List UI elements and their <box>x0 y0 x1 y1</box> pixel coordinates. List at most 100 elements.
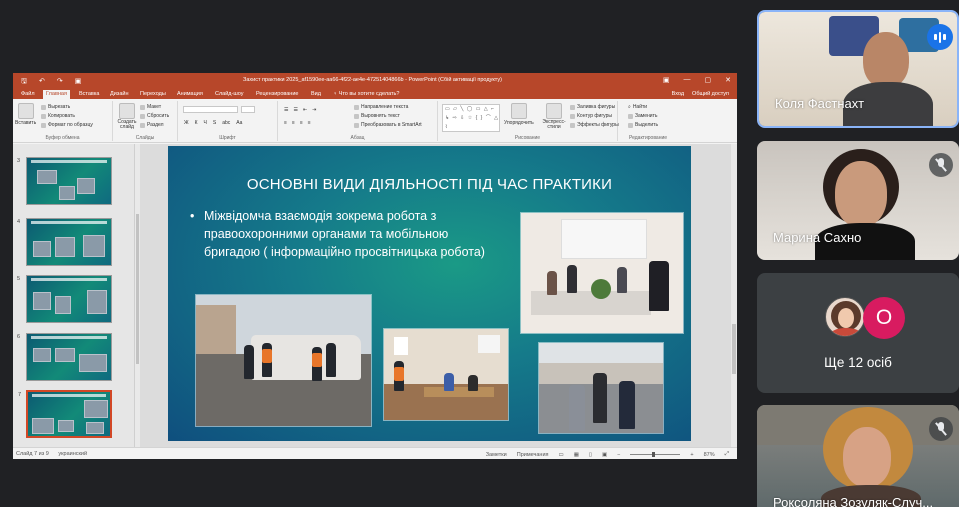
thumbnail-photo <box>86 422 104 434</box>
thumbnail-photo <box>83 235 105 257</box>
italic-button[interactable]: К <box>195 120 198 126</box>
slide-photo-street-officer[interactable] <box>538 342 664 434</box>
slide-photo-office-meeting[interactable] <box>520 212 684 334</box>
redo-icon[interactable]: ↷ <box>57 77 63 88</box>
shape-effects-button[interactable]: Эффекты фигуры <box>570 122 619 128</box>
bold-button[interactable]: Ж <box>184 120 189 126</box>
fit-slide-icon[interactable]: ⤢ <box>725 451 729 458</box>
quick-styles-button[interactable]: Экспресс-стили <box>541 103 567 130</box>
scrollbar-thumb[interactable] <box>136 214 139 364</box>
select-button[interactable]: Выделить <box>628 122 658 128</box>
replace-button[interactable]: Заменить <box>628 113 657 119</box>
bullets-icon[interactable]: ☰ <box>284 107 288 113</box>
find-button[interactable]: ⌕ Найти <box>628 104 647 110</box>
slide-photo-classroom[interactable] <box>383 328 509 421</box>
copy-button[interactable]: Копировать <box>41 113 75 119</box>
present-icon[interactable]: ▣ <box>75 77 82 88</box>
align-right-icon[interactable]: ≡ <box>300 120 303 126</box>
tab-transitions[interactable]: Переходы <box>140 91 166 97</box>
change-case-button[interactable]: Aa <box>236 120 242 126</box>
language-indicator[interactable]: украинский <box>58 451 87 457</box>
share-button[interactable]: Общий доступ <box>692 91 729 97</box>
close-icon[interactable]: ✕ <box>725 76 731 84</box>
character-spacing-button[interactable]: abc <box>222 120 230 126</box>
zoom-in-icon[interactable]: + <box>690 452 693 458</box>
paste-button[interactable]: Вставить <box>15 103 36 126</box>
group-paragraph: Направление текста Выровнять текст Преоб… <box>278 101 438 141</box>
reading-view-icon[interactable]: ▯ <box>589 452 592 458</box>
tab-file[interactable]: Файл <box>21 91 35 97</box>
tell-me-box[interactable]: ♀ Что вы хотите сделать? <box>333 91 399 97</box>
text-direction-button[interactable]: Направление текста <box>354 104 408 110</box>
tab-insert[interactable]: Вставка <box>79 91 99 97</box>
thumbnail-photo <box>77 178 95 194</box>
font-size-box[interactable] <box>241 106 255 113</box>
new-slide-icon <box>119 103 135 119</box>
justify-icon[interactable]: ≡ <box>308 120 311 126</box>
tab-animations[interactable]: Анимация <box>177 91 203 97</box>
shape-outline-button[interactable]: Контур фигуры <box>570 113 612 119</box>
undo-icon[interactable]: ↶ <box>39 77 45 88</box>
notes-button[interactable]: Заметки <box>486 452 507 458</box>
zoom-level[interactable]: 87% <box>704 452 715 458</box>
sorter-view-icon[interactable]: ▦ <box>574 452 579 458</box>
shape-fill-button[interactable]: Заливка фигуры <box>570 104 615 110</box>
tab-review[interactable]: Рецензирование <box>256 91 298 97</box>
reset-button[interactable]: Сбросить <box>140 113 169 119</box>
sign-in-link[interactable]: Вход <box>672 91 684 97</box>
align-left-icon[interactable]: ≡ <box>284 120 287 126</box>
save-icon[interactable]: 🖫 <box>21 77 27 88</box>
tab-slideshow[interactable]: Слайд-шоу <box>215 91 244 97</box>
participant-tile[interactable]: Роксоляна Зозуляк-Случ... <box>757 405 959 507</box>
strikethrough-button[interactable]: S <box>213 120 216 126</box>
tab-home[interactable]: Главная <box>43 90 70 99</box>
comments-button[interactable]: Примечания <box>517 452 549 458</box>
zoom-slider[interactable] <box>630 452 681 457</box>
zoom-slider-handle[interactable] <box>652 452 656 457</box>
photo-person-blurred <box>569 385 585 431</box>
status-bar: Слайд 7 из 9 украинский Заметки Примечан… <box>13 447 737 459</box>
ribbon-display-icon[interactable]: ▣ <box>663 76 670 84</box>
align-text-button[interactable]: Выровнять текст <box>354 113 400 119</box>
new-slide-button[interactable]: Создать слайд <box>116 103 138 130</box>
scrollbar-thumb[interactable] <box>732 324 736 374</box>
slide-thumbnail-selected[interactable]: 7 <box>18 390 112 438</box>
indent-icon[interactable]: ⇤ <box>303 107 307 113</box>
slideshow-view-icon[interactable]: ▣ <box>602 452 607 458</box>
participant-tile[interactable]: Коля Фастнахт <box>757 10 959 128</box>
tab-view[interactable]: Вид <box>311 91 321 97</box>
slide-thumbnail[interactable]: 6 <box>17 333 112 381</box>
align-center-icon[interactable]: ≡ <box>292 120 295 126</box>
layout-button[interactable]: Макет <box>140 104 161 110</box>
more-participants-tile[interactable]: О Ще 12 осіб <box>757 273 959 393</box>
numbering-icon[interactable]: ☰ <box>293 107 297 113</box>
bullet-dot: • <box>190 209 195 223</box>
minimize-icon[interactable]: — <box>684 76 691 84</box>
slide-thumbnail[interactable]: 3 <box>17 157 112 205</box>
participant-name: Роксоляна Зозуляк-Случ... <box>773 495 934 507</box>
format-painter-button[interactable]: Формат по образцу <box>41 122 93 128</box>
slide-title: ОСНОВНІ ВИДИ ДІЯЛЬНОСТІ ПІД ЧАС ПРАКТИКИ <box>246 176 613 193</box>
slide-thumbnail[interactable]: 4 <box>17 218 112 266</box>
shapes-gallery[interactable]: ▭ ▱ ╲ ◯ ▭ △ ⌐ ↳ ⇨ ⇩ ☆ { } ⌒ △ ⌇ <box>442 104 500 132</box>
normal-view-icon[interactable]: ▭ <box>559 452 564 458</box>
smartart-button[interactable]: Преобразовать в SmartArt <box>354 122 422 128</box>
outdent-icon[interactable]: ⇥ <box>312 107 316 113</box>
cut-button[interactable]: Вырезать <box>41 104 70 110</box>
underline-button[interactable]: Ч <box>204 120 207 126</box>
arrange-icon <box>510 103 527 119</box>
replace-icon <box>628 113 633 119</box>
participant-tile[interactable]: Марина Сахно <box>757 141 959 260</box>
zoom-out-icon[interactable]: − <box>617 452 620 458</box>
font-family-box[interactable] <box>183 106 238 113</box>
slide-thumbnail[interactable]: 5 <box>17 275 112 323</box>
current-slide[interactable]: ОСНОВНІ ВИДИ ДІЯЛЬНОСТІ ПІД ЧАС ПРАКТИКИ… <box>168 146 691 441</box>
slide-scrollbar[interactable] <box>731 144 737 447</box>
avatar-letter: О <box>863 297 905 339</box>
slide-photo-outdoor-group[interactable] <box>195 294 372 427</box>
tab-design[interactable]: Дизайн <box>110 91 129 97</box>
arrange-button[interactable]: Упорядочить <box>504 103 534 126</box>
section-button[interactable]: Раздел <box>140 122 164 128</box>
maximize-icon[interactable]: ▢ <box>705 76 712 84</box>
thumbnail-photo <box>37 170 57 184</box>
